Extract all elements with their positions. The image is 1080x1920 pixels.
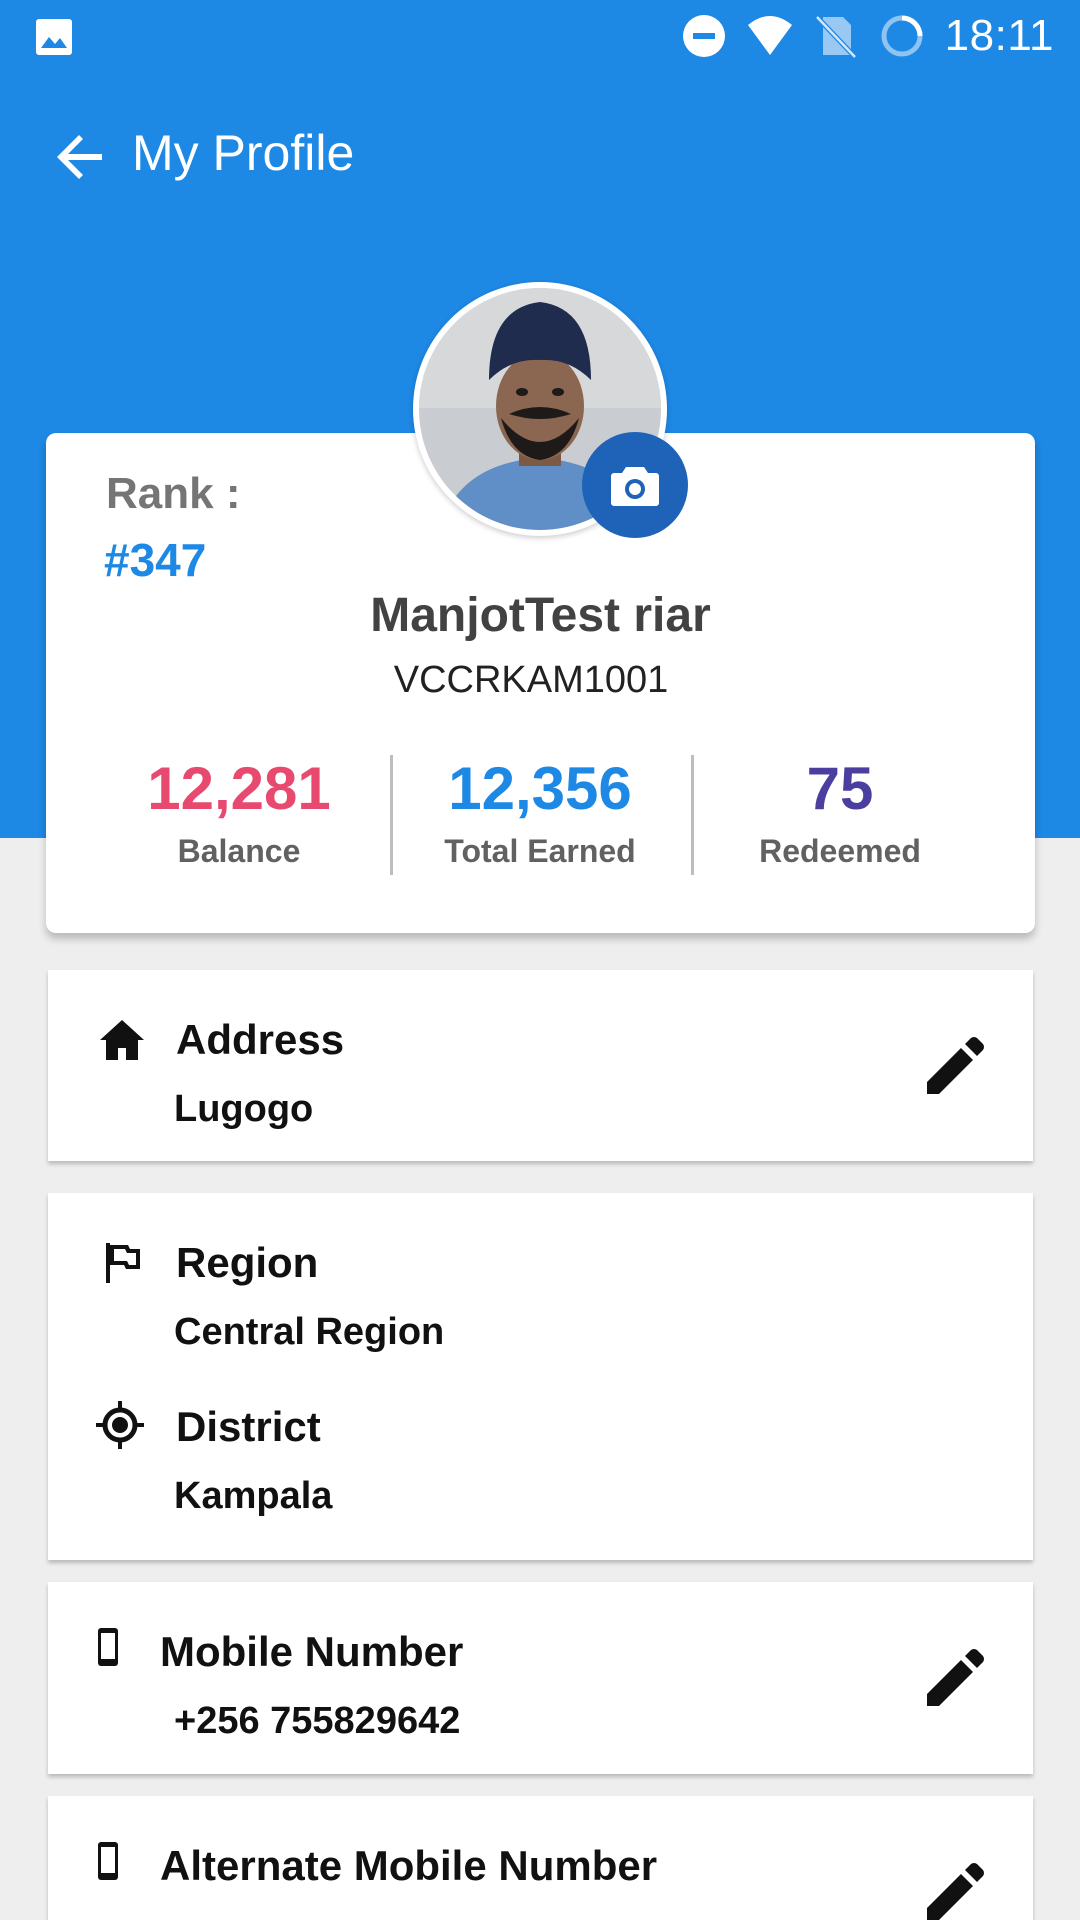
status-time: 18:11	[944, 11, 1054, 60]
alternate-mobile-title: Alternate Mobile Number	[160, 1842, 658, 1889]
edit-mobile-icon[interactable]	[923, 1648, 985, 1710]
stats-row: 12,281 Balance 12,356 Total Earned 75 Re…	[46, 753, 1035, 878]
region-title: Region	[176, 1239, 319, 1286]
camera-icon	[611, 467, 659, 506]
home-icon	[100, 1020, 144, 1060]
mobile-value: +256 755829642	[174, 1700, 461, 1742]
stat-divider	[390, 755, 393, 875]
page-title: My Profile	[132, 125, 355, 181]
stat-value: 75	[806, 755, 874, 822]
gps-target-icon	[96, 1401, 144, 1449]
district-value: Kampala	[174, 1475, 333, 1517]
no-sim-icon	[814, 15, 857, 59]
edit-address-icon[interactable]	[923, 1036, 985, 1098]
sync-icon	[881, 15, 923, 57]
address-title: Address	[176, 1016, 345, 1063]
region-value: Central Region	[174, 1311, 445, 1353]
stat-value: 12,356	[448, 755, 632, 822]
user-name: ManjotTest riar	[370, 589, 711, 642]
stat-label: Total Earned	[444, 833, 636, 869]
image-icon	[36, 19, 72, 55]
stat-balance: 12,281 Balance	[89, 753, 389, 870]
edit-alternate-mobile-icon[interactable]	[923, 1862, 985, 1920]
rank-value: #347	[104, 534, 207, 586]
stat-value: 12,281	[147, 755, 331, 822]
status-bar: 18:11	[0, 0, 1080, 74]
change-photo-button[interactable]	[582, 432, 688, 538]
address-value: Lugogo	[174, 1088, 314, 1130]
wifi-icon	[747, 16, 792, 55]
mobile-card: Mobile Number +256 755829642	[48, 1582, 1033, 1774]
address-card: Address Lugogo	[48, 970, 1033, 1161]
alternate-mobile-card: Alternate Mobile Number	[48, 1796, 1033, 1920]
stat-redeemed: 75 Redeemed	[690, 753, 990, 870]
rank-label: Rank :	[106, 469, 241, 518]
stat-label: Balance	[177, 833, 301, 869]
do-not-disturb-icon	[682, 15, 725, 57]
location-card: Region Central Region District Kampala	[48, 1193, 1033, 1560]
phone-icon	[98, 1628, 118, 1666]
stat-total-earned: 12,356 Total Earned	[390, 753, 690, 870]
stat-divider	[691, 755, 694, 875]
stat-label: Redeemed	[759, 833, 921, 869]
arrow-back-icon[interactable]	[52, 128, 110, 186]
user-id: VCCRKAM1001	[393, 659, 669, 701]
toolbar: My Profile	[0, 110, 1080, 202]
flag-icon	[106, 1243, 140, 1283]
mobile-title: Mobile Number	[160, 1628, 464, 1675]
district-title: District	[176, 1403, 321, 1450]
phone-icon	[98, 1842, 118, 1880]
